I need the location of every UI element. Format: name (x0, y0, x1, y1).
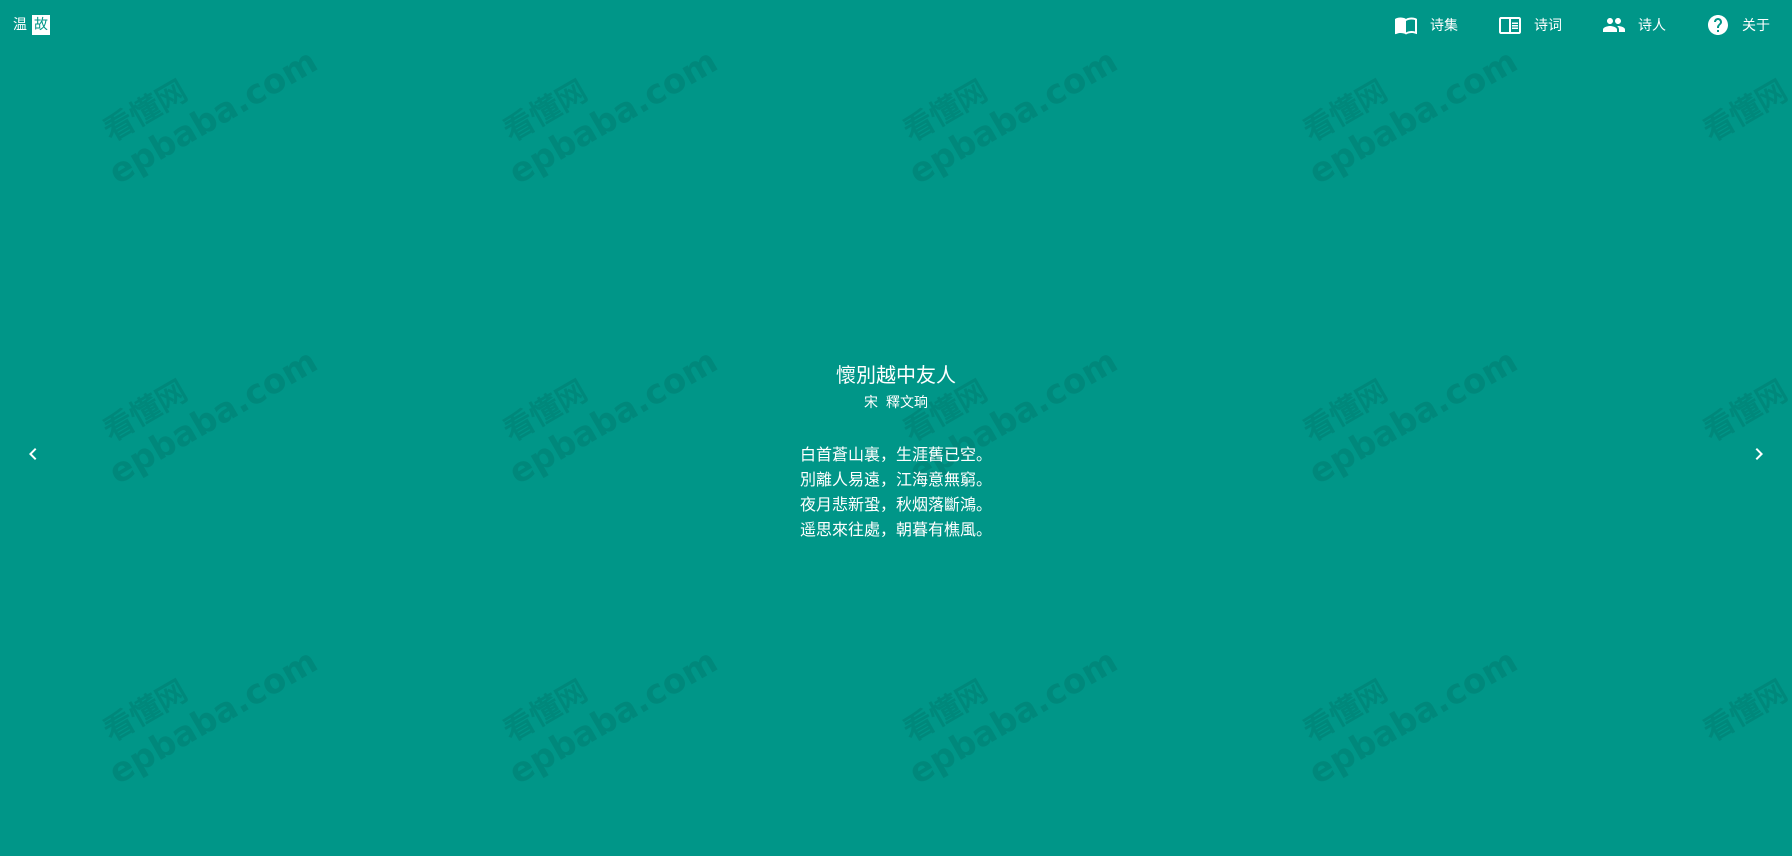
watermark: 看懂网 (1680, 667, 1792, 758)
watermark-en: epbaba.com (1302, 641, 1525, 793)
nav-item-about[interactable]: 关于 (1706, 0, 1792, 50)
logo-text-gu: 故 (32, 15, 50, 35)
watermark-en: epbaba.com (902, 41, 1125, 193)
watermark-en: epbaba.com (1302, 41, 1525, 193)
poem: 懷別越中友人 宋釋文珦 白首蒼山裏，生涯舊已空。 別離人易遠，江海意無窮。 夜月… (0, 360, 1792, 542)
people-icon (1602, 13, 1626, 37)
nav-item-poets[interactable]: 诗人 (1602, 0, 1686, 50)
watermark-cn: 看懂网 (1297, 673, 1394, 750)
logo[interactable]: 温 故 (13, 15, 50, 35)
page: 看懂网 epbaba.com 看懂网 epbaba.com 看懂网 epbaba.co… (0, 0, 1792, 856)
watermark: 看懂网 (1680, 67, 1792, 158)
nav-label: 诗人 (1638, 18, 1666, 34)
nav-label: 关于 (1742, 18, 1770, 34)
watermark-cn: 看懂网 (97, 673, 194, 750)
watermark-en: epbaba.com (902, 641, 1125, 793)
top-nav: 诗集 诗词 诗人 关于 (1374, 0, 1792, 50)
watermark-en: epbaba.com (502, 641, 725, 793)
book-text-icon (1498, 13, 1522, 37)
watermark: 看懂网 epbaba.com (1280, 603, 1525, 793)
watermark-cn: 看懂网 (497, 673, 594, 750)
watermark: 看懂网 epbaba.com (80, 603, 325, 793)
poem-line: 別離人易遠，江海意無窮。 (799, 470, 992, 489)
poem-line: 夜月悲新蛩，秋烟落斷鴻。 (799, 495, 992, 514)
watermark-cn: 看懂网 (897, 673, 994, 750)
watermark: 看懂网 epbaba.com (480, 603, 725, 793)
watermark: 看懂网 epbaba.com (880, 603, 1125, 793)
poem-body: 白首蒼山裏，生涯舊已空。 別離人易遠，江海意無窮。 夜月悲新蛩，秋烟落斷鴻。 遥… (0, 442, 1792, 542)
open-book-icon (1394, 13, 1418, 37)
poem-line: 白首蒼山裏，生涯舊已空。 (799, 445, 992, 464)
watermark-en: epbaba.com (502, 41, 725, 193)
poem-title: 懷別越中友人 (836, 363, 956, 387)
watermark-cn: 看懂网 (1697, 673, 1792, 750)
help-circle-icon (1706, 13, 1730, 37)
nav-label: 诗集 (1430, 18, 1458, 34)
nav-item-poem-collections[interactable]: 诗集 (1394, 0, 1478, 50)
watermark-en: epbaba.com (102, 641, 325, 793)
header: 温 故 诗集 诗词 诗人 关于 (0, 0, 1792, 50)
poem-line: 遥思來往處，朝暮有樵風。 (799, 520, 992, 539)
watermark-en: epbaba.com (102, 41, 325, 193)
nav-item-poems[interactable]: 诗词 (1498, 0, 1582, 50)
poem-byline: 宋釋文珦 (0, 392, 1792, 414)
poem-dynasty: 宋 (864, 395, 878, 411)
poem-author: 釋文珦 (886, 395, 928, 411)
logo-text-wen: 温 (13, 17, 27, 33)
nav-label: 诗词 (1534, 18, 1562, 34)
watermark-cn: 看懂网 (1697, 73, 1792, 150)
